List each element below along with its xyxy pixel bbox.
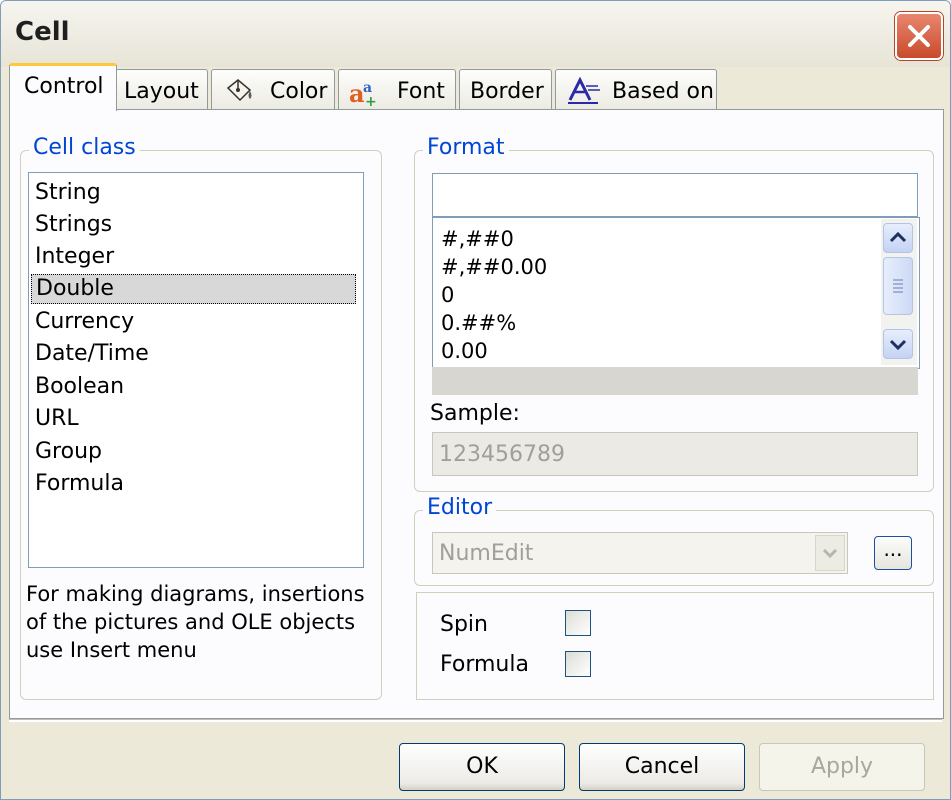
- format-list[interactable]: #,##0 #,##0.00 0 0.##% 0.00: [432, 217, 920, 369]
- tab-font[interactable]: a a + Font: [338, 69, 456, 109]
- list-item-selected[interactable]: Double: [31, 274, 356, 304]
- editor-select[interactable]: NumEdit: [432, 532, 848, 574]
- list-item[interactable]: Strings: [35, 212, 112, 237]
- list-item[interactable]: 0: [441, 283, 454, 307]
- cell-class-label: Cell class: [29, 135, 140, 160]
- tab-color[interactable]: Color: [211, 69, 335, 109]
- svg-text:+: +: [365, 94, 377, 108]
- editor-browse-button[interactable]: ...: [874, 536, 912, 570]
- style-icon: [568, 76, 600, 104]
- tab-layout-label: Layout: [124, 79, 199, 104]
- chevron-down-icon: [889, 339, 907, 351]
- format-scrollbar[interactable]: [881, 219, 917, 365]
- window-title: Cell: [15, 17, 70, 47]
- format-list-footer: [432, 367, 918, 395]
- list-item[interactable]: Formula: [35, 471, 124, 496]
- tab-color-label: Color: [270, 79, 328, 104]
- formula-checkbox[interactable]: [565, 651, 591, 677]
- close-button[interactable]: [895, 12, 943, 60]
- apply-button[interactable]: Apply: [759, 743, 925, 791]
- tab-control-label: Control: [24, 74, 104, 99]
- chevron-up-icon: [889, 231, 907, 243]
- list-item[interactable]: Date/Time: [35, 341, 149, 366]
- options-group: [416, 592, 934, 700]
- list-item[interactable]: String: [35, 180, 101, 205]
- ok-button[interactable]: OK: [399, 743, 565, 791]
- help-note: For making diagrams, insertions of the p…: [26, 582, 365, 662]
- scroll-thumb[interactable]: [883, 257, 913, 315]
- grip-icon: [893, 279, 903, 293]
- list-item[interactable]: #,##0.00: [441, 255, 547, 279]
- tab-control[interactable]: Control: [9, 63, 117, 111]
- tab-strip: Control Layout Color a a + Font Border B…: [1, 63, 950, 111]
- sample-label: Sample:: [430, 401, 520, 426]
- list-item[interactable]: 0.##%: [441, 311, 516, 335]
- sample-field: 123456789: [432, 432, 918, 476]
- list-item[interactable]: Currency: [35, 309, 134, 334]
- list-item[interactable]: URL: [35, 406, 79, 431]
- close-icon: [908, 25, 930, 47]
- font-icon: a a +: [349, 79, 377, 108]
- tab-font-label: Font: [397, 79, 445, 104]
- list-item[interactable]: Boolean: [35, 374, 124, 399]
- editor-label: Editor: [423, 495, 497, 520]
- title-bar: Cell: [1, 1, 950, 67]
- tab-border[interactable]: Border: [459, 69, 552, 109]
- cell-dialog: Cell Control Layout Color a a + Font Bor…: [0, 0, 951, 800]
- paint-bucket-icon: [226, 79, 252, 102]
- scroll-down-button[interactable]: [883, 329, 913, 359]
- list-item[interactable]: #,##0: [441, 227, 514, 251]
- sample-value: 123456789: [439, 442, 565, 467]
- tab-based-on[interactable]: Based on: [555, 69, 717, 109]
- tab-layout[interactable]: Layout: [115, 69, 208, 109]
- tab-border-label: Border: [470, 79, 544, 104]
- formula-label: Formula: [440, 652, 529, 677]
- cell-class-list[interactable]: String Strings Integer Double Currency D…: [28, 172, 364, 568]
- scroll-up-button[interactable]: [883, 223, 913, 253]
- cancel-button[interactable]: Cancel: [579, 743, 745, 791]
- list-item[interactable]: Integer: [35, 244, 114, 269]
- bottom-separator: [9, 719, 942, 722]
- spin-checkbox[interactable]: [565, 610, 591, 636]
- list-item[interactable]: 0.00: [441, 339, 488, 363]
- format-label: Format: [423, 135, 509, 160]
- spin-label: Spin: [440, 612, 488, 637]
- tab-panel-control: Cell class String Strings Integer Double…: [9, 109, 944, 719]
- editor-value: NumEdit: [439, 541, 534, 566]
- list-item[interactable]: Group: [35, 439, 102, 464]
- tab-based-on-label: Based on: [612, 79, 714, 104]
- format-input[interactable]: [432, 173, 918, 217]
- chevron-down-icon: [822, 548, 838, 559]
- editor-dropdown-button[interactable]: [815, 535, 845, 571]
